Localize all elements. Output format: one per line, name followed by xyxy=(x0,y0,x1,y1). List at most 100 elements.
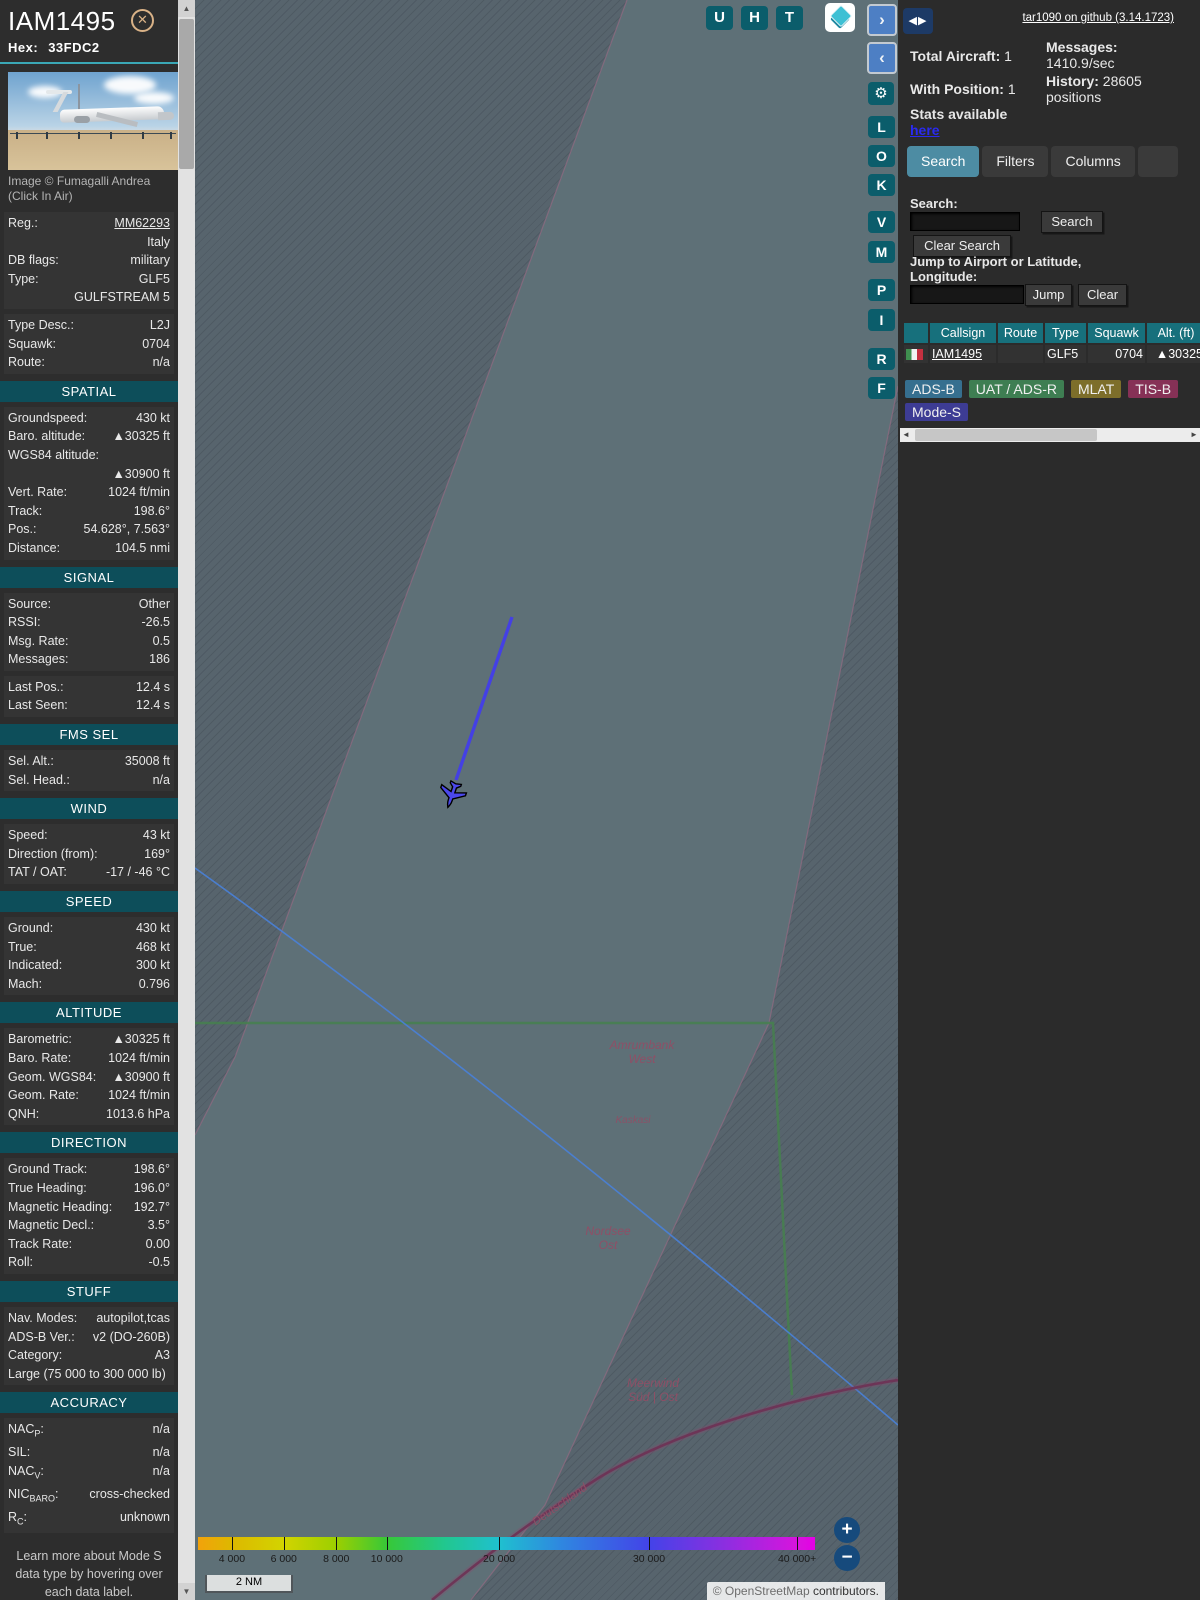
section-header-wind: WIND xyxy=(0,798,178,820)
callsign-link[interactable]: IAM1495 xyxy=(932,347,982,361)
collapse-left-button[interactable]: ‹ xyxy=(867,42,897,74)
detail-value: 198.6° xyxy=(133,503,170,518)
map-button-K[interactable]: K xyxy=(868,174,895,196)
detail-row: Barometric: ▲30325 ft xyxy=(8,1030,170,1049)
tab-columns[interactable]: Columns xyxy=(1051,146,1135,177)
map-button-R[interactable]: R xyxy=(868,348,895,370)
scroll-left-icon[interactable]: ◄ xyxy=(900,428,912,442)
detail-sections: Reg.: MM62293 Italy DB flags: military Type: G… xyxy=(0,212,178,1534)
aircraft-photo[interactable] xyxy=(8,72,178,170)
map-button-F[interactable]: F xyxy=(868,377,895,399)
map-button-I[interactable]: I xyxy=(868,309,895,331)
table-cell[interactable]: GLF5 xyxy=(1045,345,1086,363)
jump-input[interactable] xyxy=(910,285,1024,304)
detail-value: 43 kt xyxy=(142,828,170,843)
section-header-spatial: SPATIAL xyxy=(0,380,178,402)
osm-link[interactable]: © OpenStreetMap xyxy=(713,1584,810,1598)
aircraft-detail-sidebar: IAM1495 ✕ Hex: 33FDC2 Image © Fumagalli … xyxy=(0,0,178,1600)
detail-value: n/a xyxy=(152,355,170,370)
table-cell[interactable]: IAM1495 xyxy=(930,345,996,363)
detail-value: 430 kt xyxy=(135,921,170,936)
detail-row: Vert. Rate: 1024 ft/min xyxy=(8,483,170,502)
column-header-Type[interactable]: Type xyxy=(1045,323,1086,343)
table-cell[interactable]: ▲30325 xyxy=(1147,345,1200,363)
github-link[interactable]: tar1090 on github (3.14.1723) xyxy=(1022,12,1174,24)
detail-row: Geom. WGS84: ▲30900 ft xyxy=(8,1068,170,1087)
map-button-U[interactable]: U xyxy=(706,6,733,30)
detail-row: RSSI: -26.5 xyxy=(8,613,170,632)
section-header-speed: SPEED xyxy=(0,891,178,913)
scroll-right-icon[interactable]: ► xyxy=(1188,428,1200,442)
map-button-T[interactable]: T xyxy=(776,6,803,30)
column-header-Route[interactable]: Route xyxy=(998,323,1043,343)
scrollbar-thumb[interactable] xyxy=(179,19,194,169)
map-button-H[interactable]: H xyxy=(741,6,768,30)
tab-filters[interactable]: Filters xyxy=(982,146,1049,177)
column-header-Squawk[interactable]: Squawk xyxy=(1088,323,1145,343)
legend-tick-label: 4 000 xyxy=(218,1553,246,1565)
detail-label: Baro. Rate: xyxy=(8,1051,72,1065)
jump-button[interactable]: Jump xyxy=(1025,284,1072,306)
expand-right-button[interactable]: › xyxy=(867,4,897,36)
registration-link[interactable]: MM62293 xyxy=(114,214,170,233)
hex-code: Hex: 33FDC2 xyxy=(8,40,100,55)
scrollbar-thumb[interactable] xyxy=(915,429,1097,441)
detail-row: NACV: n/a xyxy=(8,1462,170,1485)
badge-mlat[interactable]: MLAT xyxy=(1070,380,1122,398)
photo-post xyxy=(110,132,112,139)
detail-row: Groundspeed: 430 kt xyxy=(8,409,170,428)
scroll-up-icon[interactable]: ▲ xyxy=(178,0,195,17)
layers-button[interactable] xyxy=(825,3,855,32)
detail-value: v2 (DO-260B) xyxy=(92,1329,170,1344)
search-button[interactable]: Search xyxy=(1041,211,1103,233)
zoom-in-button[interactable]: + xyxy=(834,1517,860,1543)
column-header-Callsign[interactable]: Callsign xyxy=(930,323,996,343)
tab-search[interactable]: Search xyxy=(907,146,980,177)
badge-uat-ads-r[interactable]: UAT / ADS-R xyxy=(968,380,1064,398)
map-button-L[interactable]: L xyxy=(868,116,895,138)
badge-mode-s[interactable]: Mode-S xyxy=(905,403,969,421)
map-canvas[interactable]: Amrumbank West Kaskasi Nordsee Ost Meerwind… xyxy=(195,0,898,1600)
map-button-V[interactable]: V xyxy=(868,211,895,233)
photo-post xyxy=(170,132,172,139)
table-row[interactable]: IAM1495 GLF5 0704 ▲30325 xyxy=(904,345,1200,363)
chevron-right-icon: › xyxy=(879,10,885,29)
legend-tick xyxy=(649,1537,651,1550)
detail-value: 192.7° xyxy=(133,1199,170,1214)
table-cell[interactable] xyxy=(904,345,928,363)
detail-group: Ground Track: 198.6° True Heading: 196.0° Ma… xyxy=(4,1158,174,1274)
section-header-altitude: ALTITUDE xyxy=(0,1002,178,1024)
table-cell[interactable] xyxy=(998,345,1043,363)
zoom-out-button[interactable]: − xyxy=(834,1545,860,1571)
search-input[interactable] xyxy=(910,212,1020,231)
panel-toggle-button[interactable]: ◀▶ xyxy=(903,8,933,34)
altitude-legend-bar: 4 000 6 000 8 000 10 000 20 000 30 000 40 000+ xyxy=(198,1537,816,1565)
table-cell[interactable]: 0704 xyxy=(1088,345,1145,363)
detail-row: DB flags: military xyxy=(8,251,170,270)
legend-tick xyxy=(336,1537,338,1550)
column-header-Alt. (ft)[interactable]: Alt. (ft) xyxy=(1147,323,1200,343)
map-button-P[interactable]: P xyxy=(868,279,895,301)
photo-jet-nose xyxy=(157,111,175,121)
detail-value: 0704 xyxy=(142,336,170,351)
detail-group: NACP: n/a SIL: n/a NACV: n/a NICBARO: cross-che… xyxy=(4,1418,174,1534)
detail-row: Indicated: 300 kt xyxy=(8,956,170,975)
settings-button[interactable]: ⚙ xyxy=(868,82,894,105)
scroll-down-icon[interactable]: ▼ xyxy=(178,1583,195,1600)
detail-value: A3 xyxy=(154,1348,170,1363)
close-icon[interactable]: ✕ xyxy=(131,9,154,32)
detail-group: Barometric: ▲30325 ft Baro. Rate: 1024 ft/m… xyxy=(4,1028,174,1126)
badge-tis-b[interactable]: TIS-B xyxy=(1128,380,1179,398)
sidebar-scrollbar[interactable]: ▲ ▼ xyxy=(178,0,195,1600)
clear-button[interactable]: Clear xyxy=(1078,284,1127,306)
map-button-M[interactable]: M xyxy=(868,241,895,263)
badge-ads-b[interactable]: ADS-B xyxy=(905,380,962,398)
detail-value: -17 / -46 °C xyxy=(105,865,170,880)
column-header-flag[interactable] xyxy=(904,323,928,343)
stats-here-link[interactable]: here xyxy=(910,122,940,138)
detail-label: Reg.: xyxy=(8,216,38,230)
detail-label: Track: xyxy=(8,503,43,518)
detail-row: RC: unknown xyxy=(8,1508,170,1531)
table-horizontal-scrollbar[interactable]: ◄ ► xyxy=(900,428,1200,442)
map-button-O[interactable]: O xyxy=(868,145,895,167)
